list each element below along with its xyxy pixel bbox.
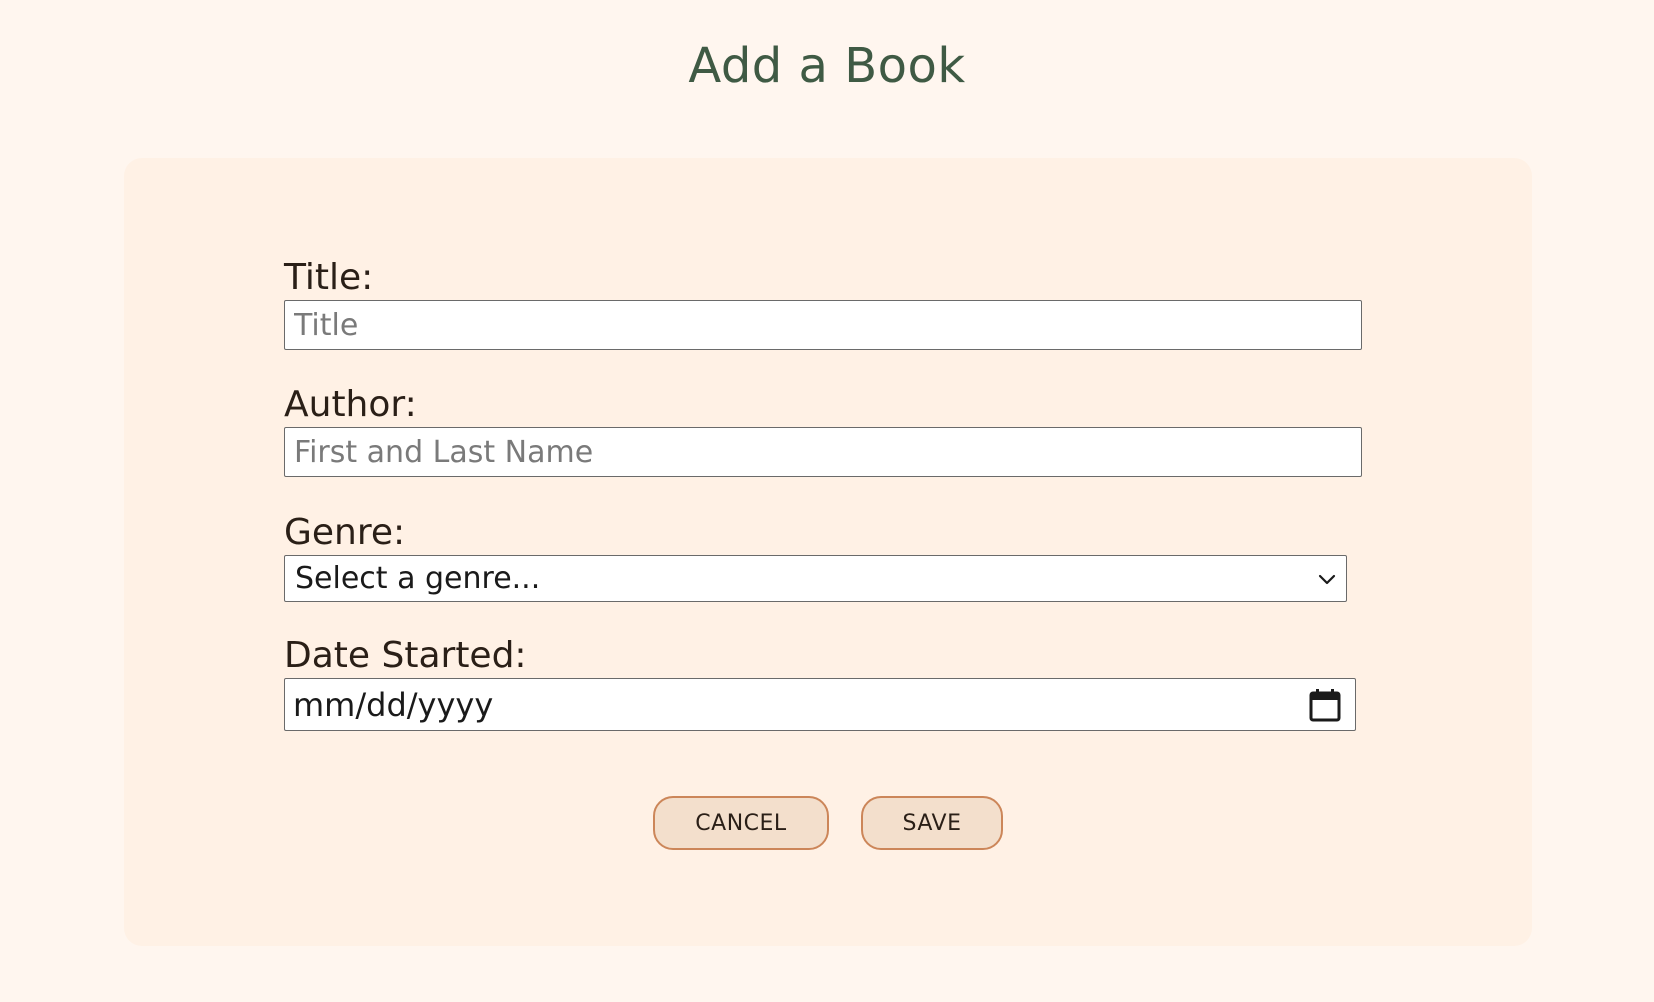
- cancel-button[interactable]: CANCEL: [653, 796, 829, 850]
- title-label: Title:: [284, 257, 374, 298]
- genre-select-value: Select a genre...: [295, 561, 541, 596]
- author-label: Author:: [284, 384, 417, 425]
- author-input[interactable]: [284, 427, 1362, 477]
- date-started-input[interactable]: mm/dd/yyyy: [284, 678, 1356, 731]
- date-started-value: mm/dd/yyyy: [293, 686, 494, 724]
- genre-select[interactable]: Select a genre...: [284, 555, 1347, 602]
- calendar-icon[interactable]: [1307, 687, 1343, 723]
- save-button[interactable]: SAVE: [861, 796, 1003, 850]
- title-input[interactable]: [284, 300, 1362, 350]
- chevron-down-icon: [1318, 574, 1336, 585]
- date-started-label: Date Started:: [284, 635, 527, 676]
- genre-label: Genre:: [284, 512, 406, 553]
- page-title: Add a Book: [688, 38, 966, 94]
